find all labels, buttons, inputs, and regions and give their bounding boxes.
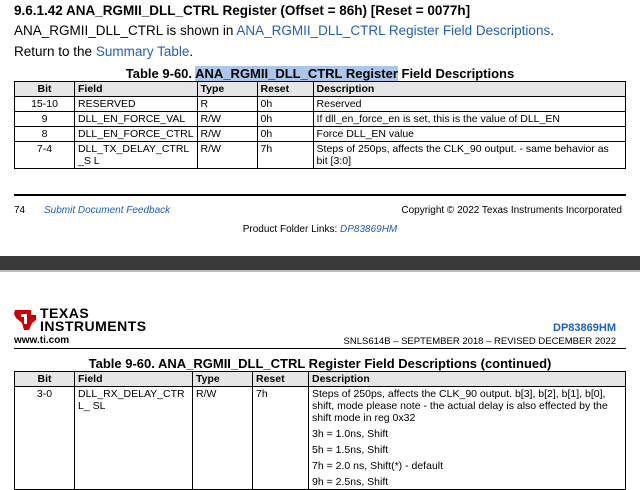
- col-header-field: Field: [74, 371, 193, 387]
- intro-suffix: .: [550, 23, 554, 38]
- cell-reset: 7h: [256, 141, 314, 169]
- cell-type: R/W: [192, 386, 253, 490]
- copyright: Copyright © 2022 Texas Instruments Incor…: [401, 205, 622, 216]
- register-table-1: Bit Field Type Reset Description 15-10 R…: [14, 81, 627, 169]
- cell-reset: 0h: [256, 126, 314, 142]
- description-line: 7h = 2.0 ns, Shift(*) - default: [312, 460, 444, 472]
- cell-type: R/W: [196, 141, 258, 169]
- cell-field: DLL_RX_DELAY_CTRL_ SL: [74, 386, 193, 490]
- page-number: 74: [14, 205, 26, 216]
- website-link[interactable]: www.ti.com: [14, 335, 69, 346]
- submit-feedback-link[interactable]: Submit Document Feedback: [44, 205, 170, 216]
- footer-divider: [14, 194, 626, 196]
- table-row: 7-4 DLL_TX_DELAY_CTRL_S L R/W 7h Steps o…: [14, 141, 627, 169]
- page-break-gap: [0, 256, 640, 270]
- summary-table-link[interactable]: Summary Table: [96, 44, 190, 59]
- table-header-row: Bit Field Type Reset Description: [14, 371, 626, 387]
- col-header-reset: Reset: [252, 371, 309, 387]
- description-line: 3h = 1.0ns, Shift: [312, 428, 389, 440]
- cell-field: DLL_TX_DELAY_CTRL_S L: [74, 141, 198, 169]
- cell-type: R: [196, 96, 258, 112]
- cell-reset: 7h: [252, 386, 309, 490]
- col-header-field: Field: [74, 81, 198, 97]
- col-header-reset: Reset: [256, 81, 314, 97]
- cell-field: DLL_EN_FORCE_VAL: [74, 111, 198, 127]
- col-header-bit: Bit: [14, 371, 75, 387]
- intro-prefix: ANA_RGMII_DLL_CTRL is shown in: [14, 23, 237, 38]
- table1-title-highlight[interactable]: ANA_RGMII_DLL_CTRL Register: [195, 66, 398, 81]
- col-header-type: Type: [196, 81, 258, 97]
- cell-description: Steps of 250ps, affects the CLK_90 outpu…: [308, 386, 626, 490]
- intro-paragraph: ANA_RGMII_DLL_CTRL is shown in ANA_RGMII…: [14, 23, 554, 38]
- cell-field: DLL_EN_FORCE_CTRL: [74, 126, 198, 142]
- cell-field: RESERVED: [74, 96, 198, 112]
- product-folder-prefix: Product Folder Links:: [242, 224, 340, 235]
- table-row: 15-10 RESERVED R 0h Reserved: [14, 96, 627, 112]
- return-paragraph: Return to the Summary Table.: [14, 44, 193, 59]
- cell-bit: 8: [14, 126, 75, 142]
- table1-title-prefix: Table 9-60.: [125, 66, 196, 81]
- table-row: 9 DLL_EN_FORCE_VAL R/W 0h If dll_en_forc…: [14, 111, 627, 127]
- register-table-2: Bit Field Type Reset Description 3-0 DLL…: [14, 371, 626, 490]
- part-number-link[interactable]: DP83869HM: [553, 322, 616, 334]
- brand-line-2: INSTRUMENTS: [40, 318, 147, 334]
- table-row: 8 DLL_EN_FORCE_CTRL R/W 0h Force DLL_EN …: [14, 126, 627, 142]
- page-break-edge: [0, 270, 640, 272]
- ti-brand: TEXAS INSTRUMENTS: [40, 306, 147, 334]
- col-header-description: Description: [312, 81, 627, 97]
- product-folder-links: Product Folder Links: DP83869HM: [0, 224, 640, 235]
- col-header-description: Description: [308, 371, 626, 387]
- cell-bit: 15-10: [14, 96, 75, 112]
- description-line: Steps of 250ps, affects the CLK_90 outpu…: [312, 388, 608, 424]
- cell-bit: 9: [14, 111, 75, 127]
- cell-bit: 7-4: [14, 141, 75, 169]
- cell-bit: 3-0: [14, 386, 75, 490]
- description-line: 5h = 1.5ns, Shift: [312, 444, 389, 456]
- field-descriptions-link[interactable]: ANA_RGMII_DLL_CTRL Register Field Descri…: [236, 23, 550, 38]
- cell-description: Force DLL_EN value: [312, 126, 627, 142]
- cell-description: Steps of 250ps, affects the CLK_90 outpu…: [312, 141, 627, 169]
- cell-reset: 0h: [256, 111, 314, 127]
- table1-title: Table 9-60. ANA_RGMII_DLL_CTRL Register …: [0, 66, 640, 81]
- table2-title: Table 9-60. ANA_RGMII_DLL_CTRL Register …: [88, 356, 552, 371]
- header-divider: [14, 348, 626, 349]
- cell-reset: 0h: [256, 96, 314, 112]
- ti-logo-icon: [12, 306, 38, 337]
- description-line: 9h = 2.5ns, Shift: [312, 476, 389, 488]
- return-suffix: .: [189, 44, 194, 59]
- revision-info: SNLS614B – SEPTEMBER 2018 – REVISED DECE…: [343, 336, 616, 347]
- cell-type: R/W: [196, 126, 258, 142]
- cell-description: Reserved: [312, 96, 627, 112]
- section-heading: 9.6.1.42 ANA_RGMII_DLL_CTRL Register (Of…: [14, 3, 471, 18]
- table1-title-suffix: Field Descriptions: [397, 66, 515, 81]
- product-folder-link[interactable]: DP83869HM: [340, 224, 397, 235]
- return-prefix: Return to the: [14, 44, 96, 59]
- table-header-row: Bit Field Type Reset Description: [14, 81, 627, 97]
- cell-type: R/W: [196, 111, 258, 127]
- table-row: 3-0 DLL_RX_DELAY_CTRL_ SL R/W 7h Steps o…: [14, 386, 626, 490]
- col-header-bit: Bit: [14, 81, 75, 97]
- cell-description: If dll_en_force_en is set, this is the v…: [312, 111, 627, 127]
- col-header-type: Type: [192, 371, 253, 387]
